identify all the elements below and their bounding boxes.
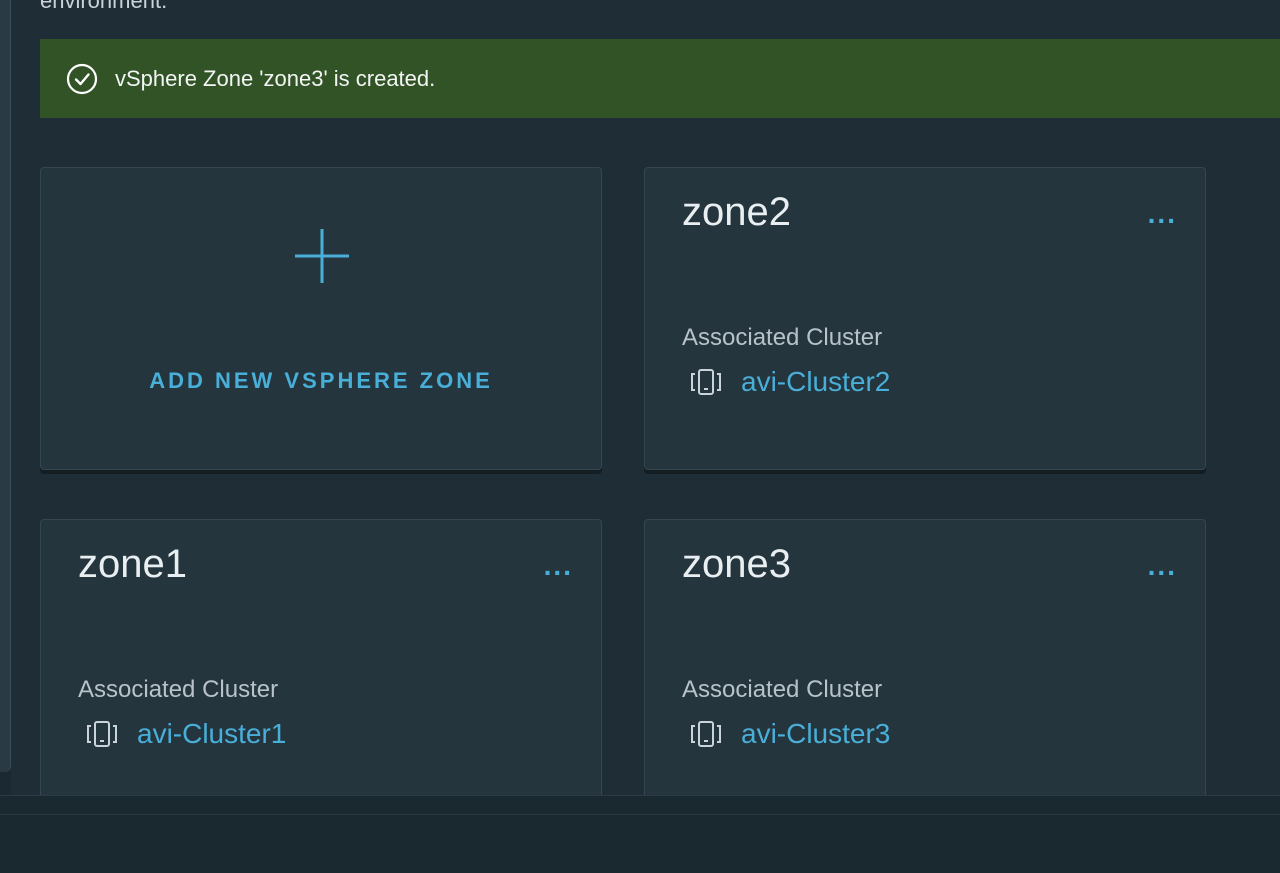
zone-name: zone1 bbox=[78, 542, 187, 586]
cluster-icon bbox=[85, 717, 119, 751]
associated-cluster-label: Associated Cluster bbox=[78, 676, 279, 703]
footer-divider bbox=[0, 814, 1280, 816]
alert-message: vSphere Zone 'zone3' is created. bbox=[115, 65, 436, 91]
cluster-row: avi-Cluster2 bbox=[689, 365, 890, 399]
more-actions-button[interactable]: ... bbox=[1148, 200, 1177, 228]
left-panel-edge bbox=[0, 0, 11, 772]
cluster-row: avi-Cluster1 bbox=[85, 717, 286, 751]
success-alert: vSphere Zone 'zone3' is created. bbox=[40, 39, 1280, 118]
cluster-link[interactable]: avi-Cluster3 bbox=[741, 718, 890, 750]
check-circle-icon bbox=[65, 62, 99, 96]
associated-cluster-label: Associated Cluster bbox=[682, 324, 883, 351]
more-actions-button[interactable]: ... bbox=[544, 552, 573, 580]
main-content: environment. vSphere Zone 'zone3' is cre… bbox=[11, 0, 1280, 795]
intro-text: environment. bbox=[40, 0, 168, 13]
zone-card: zone3 ... Associated Cluster avi-Cluster… bbox=[644, 519, 1206, 795]
cluster-row: avi-Cluster3 bbox=[689, 717, 890, 751]
zone-name: zone3 bbox=[682, 542, 791, 586]
add-vsphere-zone-label: ADD NEW VSPHERE ZONE bbox=[149, 368, 493, 393]
more-actions-button[interactable]: ... bbox=[1148, 552, 1177, 580]
add-vsphere-zone-card[interactable]: ADD NEW VSPHERE ZONE bbox=[40, 167, 602, 470]
cluster-link[interactable]: avi-Cluster1 bbox=[137, 718, 286, 750]
zone-card: zone1 ... Associated Cluster avi-Cluster… bbox=[40, 519, 602, 795]
associated-cluster-label: Associated Cluster bbox=[682, 676, 883, 703]
plus-icon bbox=[293, 227, 351, 285]
cluster-link[interactable]: avi-Cluster2 bbox=[741, 366, 890, 398]
cluster-icon bbox=[689, 365, 723, 399]
zone-name: zone2 bbox=[682, 190, 791, 234]
footer-bar bbox=[0, 795, 1280, 873]
zone-card: zone2 ... Associated Cluster avi-Cluster… bbox=[644, 167, 1206, 470]
cluster-icon bbox=[689, 717, 723, 751]
